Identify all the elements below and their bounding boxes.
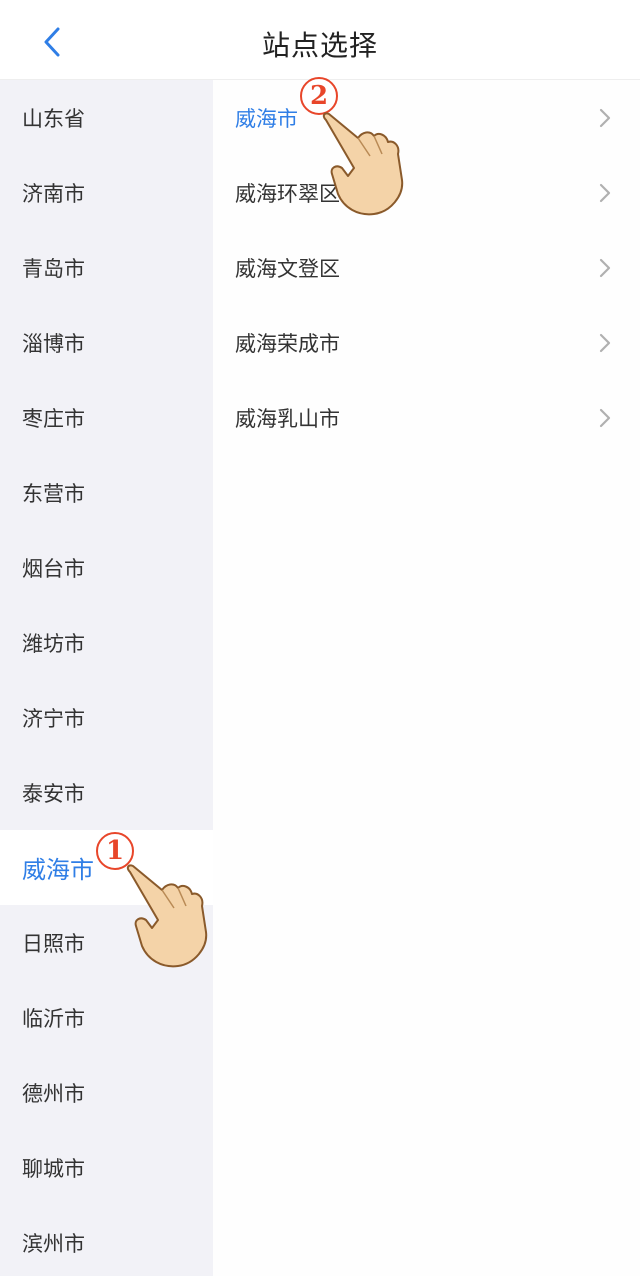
province-item[interactable]: 东营市 <box>0 455 213 530</box>
pointing-hand-icon <box>126 864 208 968</box>
province-label: 枣庄市 <box>22 406 85 431</box>
province-label: 济宁市 <box>22 706 85 731</box>
province-item[interactable]: 泰安市 <box>0 755 213 830</box>
city-label: 威海文登区 <box>235 256 340 281</box>
province-label: 潍坊市 <box>22 631 85 656</box>
city-label: 威海荣成市 <box>235 331 340 356</box>
chevron-right-icon <box>599 183 611 202</box>
province-label: 德州市 <box>22 1081 85 1106</box>
province-item[interactable]: 烟台市 <box>0 530 213 605</box>
province-list: 山东省 济南市 青岛市 淄博市 枣庄市 东营市 烟台市 潍坊市 济宁市 泰安市 … <box>0 80 213 1276</box>
province-label: 济南市 <box>22 181 85 206</box>
header-bar: 站点选择 <box>0 0 640 80</box>
city-item[interactable]: 威海环翠区 <box>213 155 640 230</box>
province-label: 烟台市 <box>22 556 85 581</box>
chevron-right-icon <box>599 258 611 277</box>
province-item[interactable]: 济宁市 <box>0 680 213 755</box>
province-item[interactable]: 枣庄市 <box>0 380 213 455</box>
province-item[interactable]: 滨州市 <box>0 1205 213 1280</box>
city-label: 威海乳山市 <box>235 406 340 431</box>
province-item[interactable]: 山东省 <box>0 80 213 155</box>
province-item[interactable]: 青岛市 <box>0 230 213 305</box>
city-item[interactable]: 威海文登区 <box>213 230 640 305</box>
province-label: 威海市 <box>22 856 94 884</box>
province-label: 青岛市 <box>22 256 85 281</box>
chevron-right-icon <box>599 408 611 427</box>
back-button[interactable] <box>28 20 76 64</box>
city-list: 威海市 威海环翠区 威海文登区 威海荣成市 威海乳山市 <box>213 80 640 1276</box>
city-item[interactable]: 威海荣成市 <box>213 305 640 380</box>
province-item[interactable]: 临沂市 <box>0 980 213 1055</box>
province-label: 滨州市 <box>22 1231 85 1256</box>
chevron-right-icon <box>599 333 611 352</box>
city-label: 威海市 <box>235 106 298 131</box>
city-item[interactable]: 威海乳山市 <box>213 380 640 455</box>
page-title: 站点选择 <box>261 29 378 62</box>
province-label: 泰安市 <box>22 781 85 806</box>
province-item[interactable]: 济南市 <box>0 155 213 230</box>
province-item[interactable]: 聊城市 <box>0 1130 213 1205</box>
province-label: 临沂市 <box>22 1006 85 1031</box>
province-label: 聊城市 <box>22 1156 85 1181</box>
province-label: 山东省 <box>22 106 85 131</box>
province-item[interactable]: 潍坊市 <box>0 605 213 680</box>
province-label: 日照市 <box>22 931 85 956</box>
province-item[interactable]: 淄博市 <box>0 305 213 380</box>
pointing-hand-icon <box>322 112 404 216</box>
city-item-selected[interactable]: 威海市 <box>213 80 640 155</box>
chevron-right-icon <box>599 108 611 127</box>
province-label: 淄博市 <box>22 331 85 356</box>
province-label: 东营市 <box>22 481 85 506</box>
province-item[interactable]: 德州市 <box>0 1055 213 1130</box>
chevron-left-icon <box>44 27 60 57</box>
